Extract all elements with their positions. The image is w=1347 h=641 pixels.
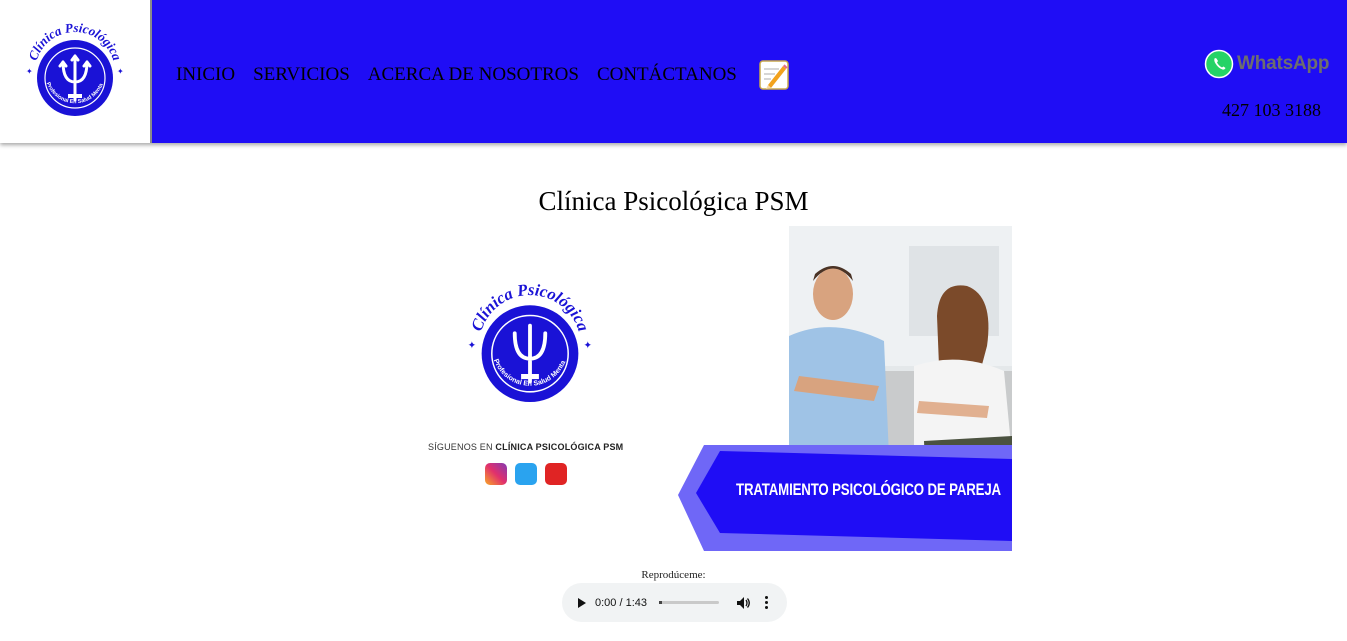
- svg-text:✦: ✦: [117, 67, 124, 76]
- audio-label: Reprodúceme:: [641, 569, 706, 581]
- ribbon-text: TRATAMIENTO PSICOLÓGICO DE PAREJA: [736, 480, 1001, 499]
- audio-time: 0:00 / 1:43: [595, 596, 647, 609]
- audio-progress-slider[interactable]: [659, 601, 719, 604]
- site-header: Clínica Psicológica ✦ ✦ Profesional En S…: [0, 0, 1347, 143]
- play-icon[interactable]: [578, 597, 586, 608]
- whatsapp-label: WhatsApp: [1237, 53, 1330, 74]
- phone-number: 427 103 3188: [1222, 100, 1321, 120]
- follow-text: SÍGUENOS EN CLÍNICA PSICOLÓGICA PSM: [428, 442, 623, 452]
- instagram-icon[interactable]: [485, 463, 507, 485]
- svg-text:✦: ✦: [583, 341, 592, 352]
- nav-item-acerca[interactable]: ACERCA DE NOSOTROS: [368, 63, 579, 87]
- logo[interactable]: Clínica Psicológica ✦ ✦ Profesional En S…: [0, 0, 152, 143]
- nav-item-servicios[interactable]: SERVICIOS: [253, 63, 350, 87]
- follow-brand: CLÍNICA PSICOLÓGICA PSM: [495, 442, 624, 452]
- youtube-icon[interactable]: [545, 463, 567, 485]
- nav-item-contactanos[interactable]: CONTÁCTANOS: [597, 63, 737, 87]
- memo-pencil-icon[interactable]: [759, 60, 789, 90]
- svg-text:✦: ✦: [468, 341, 477, 352]
- volume-icon[interactable]: [737, 596, 751, 609]
- audio-player: 0:00 / 1:43: [562, 583, 787, 622]
- page-title: Clínica Psicológica PSM: [538, 186, 809, 216]
- follow-prefix: SÍGUENOS EN: [428, 442, 493, 452]
- clinic-logo-icon: Clínica Psicológica ✦ ✦ Profesional En S…: [20, 22, 125, 116]
- banner-logo-icon: Clínica Psicológica ✦ ✦ Profesional En S…: [460, 281, 593, 402]
- main-nav: INICIO SERVICIOS ACERCA DE NOSOTROS CONT…: [176, 60, 789, 90]
- twitter-icon[interactable]: [515, 463, 537, 485]
- hero-banner: Clínica Psicológica ✦ ✦ Profesional En S…: [412, 226, 1012, 551]
- social-icons: [485, 463, 575, 485]
- whatsapp-link[interactable]: WhatsApp: [1204, 49, 1330, 79]
- svg-text:✦: ✦: [26, 67, 33, 76]
- nav-item-inicio[interactable]: INICIO: [176, 63, 235, 87]
- more-options-icon[interactable]: [765, 596, 768, 609]
- whatsapp-icon: [1204, 49, 1234, 79]
